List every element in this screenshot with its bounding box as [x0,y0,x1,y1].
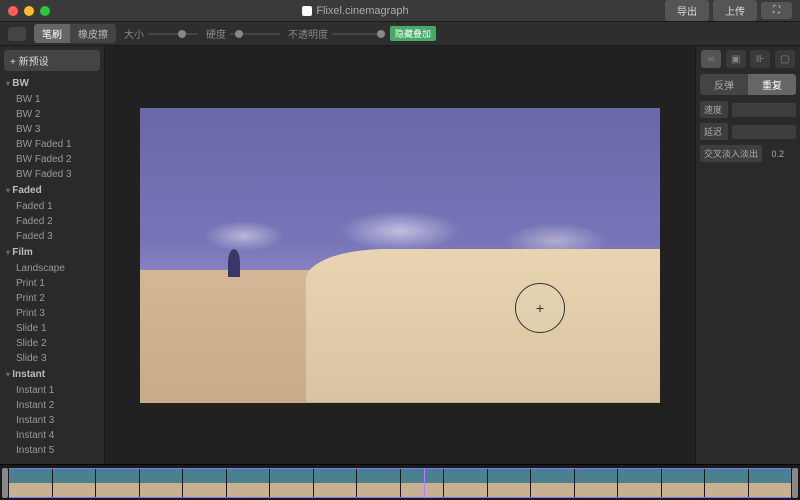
preset-item[interactable]: BW 2 [0,107,104,122]
export-button[interactable]: 导出 [665,0,709,21]
hardness-slider[interactable]: 硬度 [206,26,280,41]
eraser-tool-button[interactable]: 橡皮擦 [70,24,116,43]
add-preset-button[interactable]: + 新预设 [4,50,100,71]
preview-image [140,108,660,403]
brush-tool-button[interactable]: 笔刷 [34,24,70,43]
preset-item[interactable]: Instant 3 [0,413,104,428]
playhead[interactable] [424,468,425,498]
preset-item[interactable]: BW 3 [0,122,104,137]
titlebar: Flixel.cinemagraph 导出 上传 ⛶ [0,0,800,22]
upload-button[interactable]: 上传 [713,0,757,21]
preset-item[interactable]: BW Faded 1 [0,137,104,152]
preset-item[interactable]: Faded 2 [0,214,104,229]
timeline-frame[interactable] [270,469,313,497]
minimize-window-button[interactable] [24,6,34,16]
brush-cursor [515,283,565,333]
preset-item[interactable]: Instant 1 [0,383,104,398]
preset-item[interactable]: BW Faded 2 [0,152,104,167]
tab-loop[interactable]: ∞ [701,50,721,68]
preset-group[interactable]: Faded [0,182,104,199]
window-controls [8,6,50,16]
timeline-frame[interactable] [53,469,96,497]
timeline-end-handle[interactable] [792,468,798,498]
preset-item[interactable]: Faded 3 [0,229,104,244]
preset-item[interactable]: Faded 1 [0,199,104,214]
timeline-frame[interactable] [96,469,139,497]
timeline-frame[interactable] [401,469,444,497]
repeat-mode-button[interactable]: 重复 [748,74,796,95]
tab-crop[interactable]: ▢ [775,50,795,68]
timeline-frame[interactable] [314,469,357,497]
preset-item[interactable]: Landscape [0,261,104,276]
tab-image[interactable]: ▣ [726,50,746,68]
tab-adjust[interactable]: ⊪ [750,50,770,68]
inspector-tabs: ∞ ▣ ⊪ ▢ [700,50,796,68]
preset-item[interactable]: BW Faded 3 [0,167,104,182]
loop-mode-segment: 反弹 重复 [700,74,796,95]
main-area: + 新预设 BWBW 1BW 2BW 3BW Faded 1BW Faded 2… [0,46,800,464]
presets-sidebar: + 新预设 BWBW 1BW 2BW 3BW Faded 1BW Faded 2… [0,46,105,464]
delay-control[interactable]: 延迟 [700,123,796,140]
timeline-start-handle[interactable] [2,468,8,498]
maximize-window-button[interactable] [40,6,50,16]
preset-item[interactable]: BW 1 [0,92,104,107]
preset-item[interactable]: Slide 1 [0,321,104,336]
preset-group[interactable]: Instant [0,366,104,383]
timeline-frame[interactable] [9,469,52,497]
preset-item[interactable]: Print 2 [0,291,104,306]
timeline-frame[interactable] [575,469,618,497]
crossfade-control[interactable]: 交叉淡入淡出0.2 [700,145,796,162]
overlay-toggle-badge[interactable]: 隐藏叠加 [390,26,436,41]
mask-overlay [306,249,660,402]
timeline-frame[interactable] [618,469,661,497]
preset-item[interactable]: Instant 4 [0,428,104,443]
timeline-frame[interactable] [140,469,183,497]
figure-graphic [228,249,240,277]
toolbar: 笔刷 橡皮擦 大小 硬度 不透明度 隐藏叠加 [0,22,800,46]
preset-group[interactable]: Film [0,244,104,261]
document-icon [302,6,312,16]
timeline-frame[interactable] [357,469,400,497]
preset-item[interactable]: Print 1 [0,276,104,291]
timeline-frame[interactable] [531,469,574,497]
canvas-area[interactable] [105,46,695,464]
timeline-frame[interactable] [749,469,792,497]
preset-item[interactable]: Slide 2 [0,336,104,351]
timeline-frame[interactable] [444,469,487,497]
preset-item[interactable]: Instant 2 [0,398,104,413]
preset-item[interactable]: Print 3 [0,306,104,321]
tool-icon[interactable] [8,27,26,41]
size-slider[interactable]: 大小 [124,26,198,41]
inspector-panel: ∞ ▣ ⊪ ▢ 反弹 重复 速度 延迟 交叉淡入淡出0.2 [695,46,800,464]
preset-group[interactable]: BW [0,75,104,92]
opacity-slider[interactable]: 不透明度 [288,26,382,41]
preset-item[interactable]: Instant 5 [0,443,104,458]
brush-eraser-segment: 笔刷 橡皮擦 [34,24,116,43]
timeline-frame[interactable] [662,469,705,497]
preset-item[interactable]: Slide 3 [0,351,104,366]
timeline-frames[interactable] [9,468,791,498]
timeline-frame[interactable] [705,469,748,497]
timeline-frame[interactable] [227,469,270,497]
document-title: Flixel.cinemagraph [50,5,661,17]
close-window-button[interactable] [8,6,18,16]
speed-control[interactable]: 速度 [700,101,796,118]
timeline-frame[interactable] [183,469,226,497]
timeline-frame[interactable] [488,469,531,497]
timeline[interactable] [0,464,800,500]
fullscreen-button[interactable]: ⛶ [761,2,792,19]
bounce-mode-button[interactable]: 反弹 [700,74,748,95]
